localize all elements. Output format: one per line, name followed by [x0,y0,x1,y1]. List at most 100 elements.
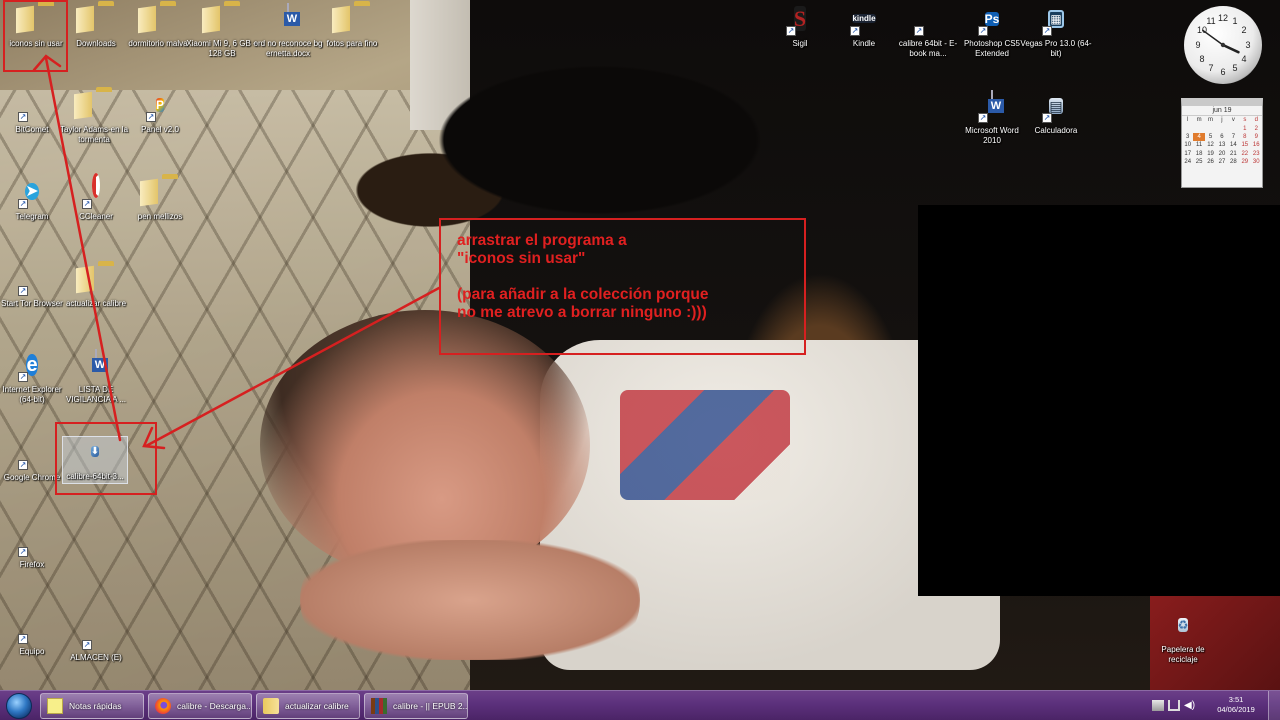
desktop-icon-photoshop[interactable]: Ps ↗ Photoshop CS5 Extended [956,4,1028,58]
clock-hour-hand [1221,43,1240,54]
calibre-icon: ↗ [914,26,924,36]
taskbar-time: 3:51 [1228,695,1244,704]
folder-icon [336,4,368,36]
downloads-folder-icon [80,4,112,36]
desktop-icon-telegram[interactable]: ➤ ↗ Telegram [0,177,68,222]
calendar-day[interactable]: 19 [1205,150,1216,158]
calendar-month: jun 19 [1182,106,1262,116]
desktop-icon-almacen[interactable]: ↗ ALMACEN (E) [60,618,132,663]
taskbar-clock[interactable]: 3:51 04/06/2019 [1206,695,1266,715]
note-line-1: arrastrar el programa a [457,232,627,249]
desktop-icon-panel[interactable]: P ↗ Panel v2.0 [124,90,196,135]
calendar-weekday: j [1221,117,1223,124]
calendar-day[interactable]: 25 [1193,158,1204,166]
start-button[interactable] [2,692,36,720]
folder-icon [144,177,176,209]
svg-text:5: 5 [1232,63,1237,73]
show-desktop-button[interactable] [1268,691,1280,720]
desktop-icon-taylor-adams[interactable]: Taylor Adams-en la tormenta [58,90,130,144]
calendar-day[interactable]: 13 [1216,141,1227,149]
calendar-day[interactable]: 2 [1251,124,1262,132]
panel-app-icon: P ↗ [146,98,164,122]
calendar-weekday: s [1243,117,1247,124]
clock-minute-hand [1202,29,1224,46]
calendar-day[interactable]: 5 [1205,133,1216,141]
taskbar-button-calibre[interactable]: calibre - || EPUB 2... [364,693,468,719]
taskbar-button-folder[interactable]: actualizar calibre [256,693,360,719]
desktop-icon-sigil[interactable]: S ↗ Sigil [764,4,836,49]
calculator-icon: ▤ ↗ [1042,98,1063,123]
desktop-icon-fotos-para-fino[interactable]: fotos para fino [316,4,388,49]
desktop-icon-calibre-64[interactable]: ↗ calibre 64bit - E-book ma... [892,4,964,58]
calendar-day[interactable]: 24 [1182,158,1193,166]
svg-text:2: 2 [1241,25,1246,35]
calendar-day [1216,124,1227,132]
calendar-day[interactable]: 18 [1193,150,1204,158]
clock-gadget[interactable]: 12 1 2 3 4567 8 9 10 11 [1184,6,1262,84]
windows-orb-icon [6,693,32,719]
calendar-day[interactable]: 29 [1239,158,1250,166]
svg-text:8: 8 [1199,54,1204,64]
desktop-icon-firefox[interactable]: ↗ Firefox [0,525,68,570]
calendar-day[interactable]: 12 [1205,141,1216,149]
calendar-weekday: v [1231,117,1235,124]
calendar-day [1182,124,1193,132]
highlight-calibre-installer [55,422,157,495]
computer-icon: ↗ [18,634,28,644]
folder-icon [142,4,174,36]
calendar-day[interactable]: 3 [1182,133,1193,141]
firefox-icon: ↗ [18,547,28,557]
calendar-day[interactable]: 27 [1216,158,1227,166]
desktop-icon-vegas[interactable]: ▦ ↗ Vegas Pro 13.0 (64-bit) [1020,4,1092,58]
desktop-icon-word-doc[interactable]: ord no reconoce bg ernetta.docx [252,3,324,58]
calendar-day[interactable]: 7 [1228,133,1239,141]
calendar-day[interactable]: 21 [1228,150,1239,158]
calendar-day[interactable]: 17 [1182,150,1193,158]
firefox-icon [155,698,171,714]
calendar-day[interactable]: 1 [1239,124,1250,132]
desktop-icon-lista-vigilancia[interactable]: LISTA DE VIGILANCIA A ... [60,349,132,404]
calendar-day[interactable]: 10 [1182,141,1193,149]
desktop-icon-calculadora[interactable]: ▤ ↗ Calculadora [1020,91,1092,136]
calendar-day[interactable]: 6 [1216,133,1227,141]
calendar-day[interactable]: 11 [1193,141,1204,149]
desktop-icon-papelera[interactable]: ♻ Papelera de reciclaje [1147,610,1219,664]
desktop-icon-tor-browser[interactable]: ↗ Start Tor Browser [0,264,68,309]
desktop-icon-word-2010[interactable]: ↗ Microsoft Word 2010 [956,90,1028,145]
calendar-day[interactable]: 26 [1205,158,1216,166]
network-icon[interactable] [1168,700,1180,711]
calendar-day [1193,124,1204,132]
desktop-icon-xiaomi[interactable]: Xiaomi Mi 9, 6 GB + 128 GB [186,4,258,58]
calendar-day[interactable]: 15 [1239,141,1250,149]
desktop-icon-ccleaner[interactable]: ↗ CCleaner [60,173,132,222]
calendar-day[interactable]: 22 [1239,150,1250,158]
calendar-day[interactable]: 30 [1251,158,1262,166]
highlight-target-folder [3,0,68,72]
calendar-grid: l m m j v s d 1 2 3 4 5 6 7 8 9 10 11 12 13 14 15 16 17 18 19 20 21… [1182,116,1262,166]
taskbar-button-firefox[interactable]: calibre - Descarga... [148,693,252,719]
taskbar-date: 04/06/2019 [1217,705,1255,714]
calendar-gadget[interactable]: jun 19 l m m j v s d 1 2 3 4 5 6 7 8 9 10 11 12 13 14 15 16 17 1… [1181,98,1263,188]
calendar-day[interactable]: 9 [1251,133,1262,141]
action-center-icon[interactable] [1152,700,1164,711]
desktop-icon-kindle[interactable]: kindle ↗ Kindle [828,4,900,49]
ccleaner-icon: ↗ [80,173,112,209]
calendar-day[interactable]: 14 [1228,141,1239,149]
calendar-day[interactable]: 8 [1239,133,1250,141]
desktop-icon-equipo[interactable]: ↗ Equipo [0,612,68,657]
desktop-icon-pen-mellizos[interactable]: pen mellizos [124,177,196,222]
desktop-icon-internet-explorer[interactable]: e ↗ Internet Explorer (64-bit) [0,350,68,404]
calendar-day[interactable]: 20 [1216,150,1227,158]
calendar-day[interactable]: 16 [1251,141,1262,149]
svg-text:1: 1 [1232,16,1237,26]
chrome-icon: ↗ [18,460,28,470]
calendar-day[interactable]: 28 [1228,158,1239,166]
desktop-icon-dormitorio-malva[interactable]: dormitorio malva [122,4,194,49]
desktop-icon-actualizar-calibre[interactable]: actualizar calibre [60,264,132,309]
calendar-day[interactable]: 23 [1251,150,1262,158]
volume-icon[interactable]: ◀) [1184,700,1196,711]
svg-text:3: 3 [1245,40,1250,50]
taskbar-button-notas[interactable]: Notas rápidas [40,693,144,719]
sticky-notes-icon [47,698,63,714]
calendar-day[interactable]: 4 [1193,132,1205,142]
